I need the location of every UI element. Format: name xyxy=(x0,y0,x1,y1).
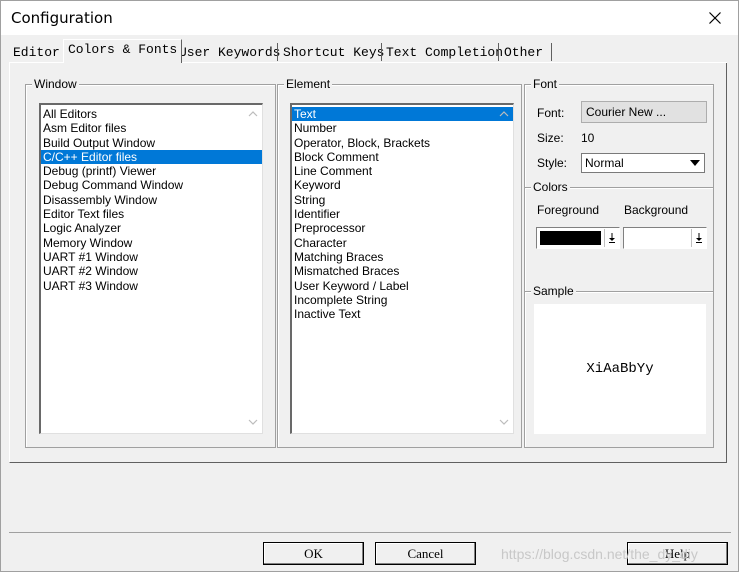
style-select[interactable]: Normal xyxy=(581,153,705,173)
list-item[interactable]: Block Comment xyxy=(292,150,513,164)
list-item[interactable]: Preprocessor xyxy=(292,221,513,235)
font-group-label: Font xyxy=(531,76,560,92)
sample-text: XiAaBbYy xyxy=(586,361,654,377)
scroll-up-button[interactable] xyxy=(246,107,260,121)
window-title: Configuration xyxy=(11,9,113,27)
tab-strip: Editor Colors & Fonts User Keywords Shor… xyxy=(9,39,729,63)
foreground-color-select[interactable] xyxy=(536,227,620,249)
window-group-label: Window xyxy=(32,76,79,92)
list-item[interactable]: UART #3 Window xyxy=(41,279,262,293)
sample-preview: XiAaBbYy xyxy=(534,304,706,434)
tab-text-completion[interactable]: Text Completion xyxy=(382,43,507,63)
tab-shortcut-keys[interactable]: Shortcut Keys xyxy=(279,43,388,63)
sample-group-label: Sample xyxy=(531,283,576,299)
list-item-selected[interactable]: C/C++ Editor files xyxy=(41,149,262,165)
chevron-up-icon xyxy=(499,111,509,117)
list-item[interactable]: Debug Command Window xyxy=(41,178,262,192)
list-item[interactable]: Disassembly Window xyxy=(41,193,262,207)
list-item[interactable]: Identifier xyxy=(292,207,513,221)
size-label: Size: xyxy=(537,131,564,145)
colors-group-label: Colors xyxy=(531,179,570,195)
chevron-down-icon xyxy=(499,419,509,425)
background-swatch xyxy=(627,231,688,245)
foreground-label: Foreground xyxy=(537,203,600,217)
list-item[interactable]: Debug (printf) Viewer xyxy=(41,164,262,178)
background-color-select[interactable] xyxy=(623,227,707,249)
font-picker-button[interactable]: Courier New ... xyxy=(581,101,707,123)
list-item[interactable]: Mismatched Braces xyxy=(292,264,513,278)
tab-separator xyxy=(551,43,552,61)
font-label: Font: xyxy=(537,106,565,120)
list-item[interactable]: Matching Braces xyxy=(292,250,513,264)
tab-separator xyxy=(498,43,499,61)
list-item[interactable]: Line Comment xyxy=(292,164,513,178)
list-item[interactable]: Character xyxy=(292,236,513,250)
element-group-label: Element xyxy=(284,76,333,92)
list-item[interactable]: UART #2 Window xyxy=(41,264,262,278)
list-item[interactable]: Asm Editor files xyxy=(41,121,262,135)
list-item[interactable]: Incomplete String xyxy=(292,293,513,307)
list-item[interactable]: Memory Window xyxy=(41,236,262,250)
style-select-value: Normal xyxy=(585,156,624,170)
chevron-down-icon xyxy=(248,419,258,425)
scroll-up-button[interactable] xyxy=(497,107,511,121)
background-label: Background xyxy=(624,203,689,217)
element-listbox[interactable]: Text Number Operator, Block, Brackets Bl… xyxy=(290,103,514,434)
window-listbox[interactable]: All Editors Asm Editor files Build Outpu… xyxy=(39,103,263,434)
close-icon xyxy=(709,12,721,24)
list-item[interactable]: Build Output Window xyxy=(41,136,262,150)
tab-other[interactable]: Other xyxy=(500,43,547,63)
chevron-up-icon xyxy=(248,111,258,117)
cancel-button[interactable]: Cancel xyxy=(375,542,476,565)
ok-button[interactable]: OK xyxy=(263,542,364,565)
list-item[interactable]: Keyword xyxy=(292,178,513,192)
tab-editor[interactable]: Editor xyxy=(9,43,64,63)
configuration-dialog: Configuration Editor Colors & Fonts User… xyxy=(0,0,739,572)
tab-colors-fonts[interactable]: Colors & Fonts xyxy=(63,39,183,63)
style-label: Style: xyxy=(537,156,568,170)
list-item[interactable]: Number xyxy=(292,121,513,135)
close-button[interactable] xyxy=(692,1,738,35)
dropdown-arrow-icon xyxy=(604,229,618,247)
list-item[interactable]: Operator, Block, Brackets xyxy=(292,136,513,150)
watermark: https://blog.csdn.net/the_dy_diy xyxy=(501,546,698,562)
size-value: 10 xyxy=(581,131,595,145)
foreground-swatch xyxy=(540,231,601,245)
footer-divider xyxy=(9,532,731,533)
list-item[interactable]: UART #1 Window xyxy=(41,250,262,264)
scroll-down-button[interactable] xyxy=(497,415,511,429)
dropdown-arrow-icon xyxy=(691,229,705,247)
list-item[interactable]: All Editors xyxy=(41,107,262,121)
tab-separator xyxy=(277,43,278,61)
title-bar: Configuration xyxy=(1,1,738,35)
list-item-selected[interactable]: Text xyxy=(292,107,513,122)
tab-user-keywords[interactable]: User Keywords xyxy=(175,43,284,63)
list-item[interactable]: Logic Analyzer xyxy=(41,221,262,235)
list-item[interactable]: User Keyword / Label xyxy=(292,279,513,293)
list-item[interactable]: Inactive Text xyxy=(292,307,513,321)
scroll-down-button[interactable] xyxy=(246,415,260,429)
list-item[interactable]: String xyxy=(292,193,513,207)
dropdown-arrow-icon xyxy=(688,156,702,170)
list-item[interactable]: Editor Text files xyxy=(41,207,262,221)
